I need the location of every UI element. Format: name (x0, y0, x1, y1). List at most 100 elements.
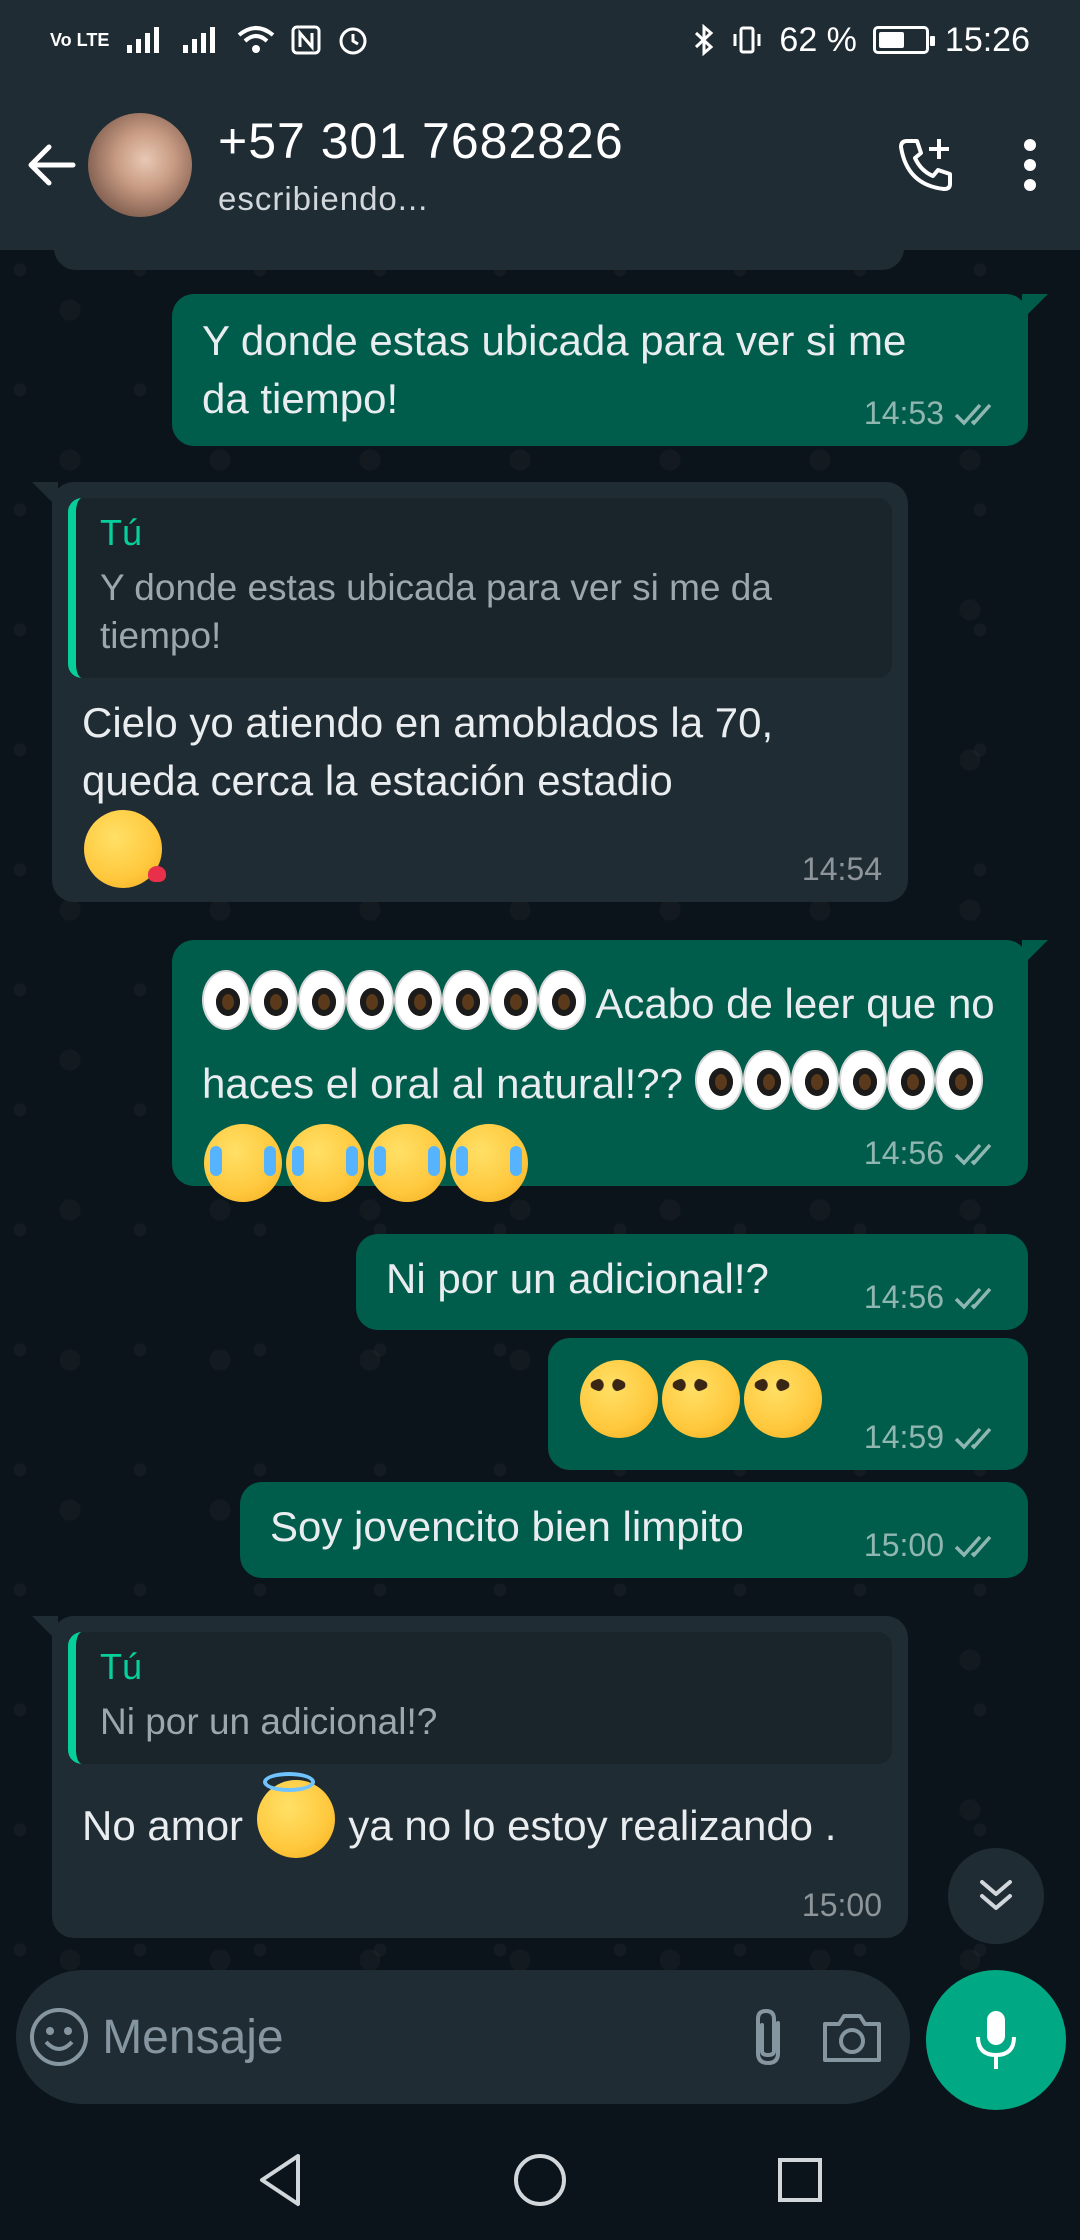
attach-button[interactable] (723, 1970, 813, 2104)
signal-icon (127, 27, 160, 53)
nav-back-button[interactable] (240, 2140, 320, 2220)
message-meta: 15:00 (864, 1527, 1002, 1564)
read-receipt-icon (954, 1287, 992, 1310)
message-time: 14:59 (863, 1419, 944, 1455)
pleading-face-emoji (662, 1360, 740, 1438)
message-outgoing[interactable]: Acabo de leer que no haces el oral al na… (172, 940, 1048, 1202)
contact-name: +57 301 7682826 (218, 113, 624, 169)
avatar[interactable] (88, 113, 192, 217)
read-receipt-icon (954, 1143, 992, 1166)
volte-indicator: Vo LTE (50, 30, 110, 50)
eyes-emoji (838, 1050, 887, 1110)
back-arrow-icon (28, 144, 76, 186)
nfc-icon (291, 25, 321, 55)
nav-recents-button[interactable] (760, 2140, 840, 2220)
message-text: Acabo de leer que no haces el oral al na… (202, 964, 1002, 1210)
message-meta: 14:54 (802, 851, 882, 888)
message-partial-previous[interactable] (54, 250, 904, 270)
message-meta: 14:56 (864, 1279, 1002, 1316)
smiling-face-with-halo-emoji (256, 1772, 335, 1858)
bluetooth-icon (695, 24, 714, 56)
status-left: Vo LTE (50, 24, 369, 56)
message-time: 14:53 (863, 395, 944, 431)
message-time: 15:00 (863, 1527, 944, 1563)
alarm-icon (339, 27, 367, 55)
message-text: No amor ya no lo estoy realizando . (68, 1772, 868, 1859)
message-meta: 14:56 (864, 1135, 1002, 1172)
camera-button[interactable] (814, 1970, 890, 2104)
eyes-emoji (250, 970, 298, 1030)
quote-text: Y donde estas ubicada para ver si me da … (100, 567, 772, 656)
scroll-to-bottom-button[interactable] (948, 1848, 1044, 1944)
eyes-emoji (202, 970, 250, 1030)
signal-roaming-icon (183, 27, 216, 53)
add-call-icon (899, 139, 952, 191)
battery-icon (872, 26, 935, 54)
status-right: 62 % 15:26 (693, 21, 1030, 60)
system-navigation-bar (0, 2120, 1080, 2240)
chat-header: +57 301 7682826 escribiendo... (0, 80, 1080, 250)
emoji-icon (30, 2008, 89, 2066)
bubble-tail (1022, 940, 1048, 966)
read-receipt-icon (954, 403, 992, 426)
back-button[interactable] (0, 80, 100, 250)
contact-info[interactable]: +57 301 7682826 escribiendo... (218, 112, 870, 218)
eyes-emoji (742, 1050, 791, 1110)
message-input[interactable] (102, 2009, 724, 2065)
voice-message-button[interactable] (926, 1970, 1066, 2110)
message-text: Y donde estas ubicada para ver si me da … (202, 317, 907, 422)
vibrate-icon (733, 26, 761, 54)
message-text-part1: No amor (82, 1802, 244, 1849)
bubble-tail (1022, 294, 1048, 320)
quoted-message[interactable]: Tú Ni por un adicional!? (68, 1632, 892, 1764)
kissing-face-emoji (84, 810, 166, 888)
bubble-tail (32, 1616, 58, 1642)
bubble-tail (32, 482, 58, 508)
eyes-emoji (934, 1050, 983, 1110)
scroll-down-icon (980, 1880, 1012, 1910)
eyes-emoji (442, 970, 490, 1030)
read-receipt-icon (954, 1427, 992, 1450)
more-options-button[interactable] (980, 80, 1080, 250)
crying-face-emoji (286, 1124, 364, 1202)
emoji-button[interactable] (16, 1970, 102, 2104)
message-incoming-reply[interactable]: Tú Y donde estas ubicada para ver si me … (32, 482, 908, 902)
eyes-emoji (394, 970, 442, 1030)
nav-recents-icon (778, 2158, 822, 2202)
status-bar: Vo LTE 62 % 15:26 (0, 0, 1080, 80)
message-time: 15:00 (801, 1887, 882, 1923)
message-text-body: Cielo yo atiendo en amoblados la 70, que… (82, 699, 774, 804)
nav-home-button[interactable] (500, 2140, 580, 2220)
wifi-icon (238, 26, 275, 53)
contact-status: escribiendo... (218, 180, 429, 217)
message-outgoing[interactable]: Ni por un adicional!? 14:56 (356, 1234, 1028, 1330)
pleading-face-emoji (744, 1360, 822, 1438)
nav-home-icon (514, 2154, 566, 2206)
message-meta: 14:59 (864, 1419, 1002, 1456)
message-time: 14:56 (863, 1135, 944, 1171)
crying-face-emoji (204, 1124, 282, 1202)
camera-icon (822, 2014, 881, 2062)
message-meta: 15:00 (802, 1887, 882, 1924)
nav-back-icon (260, 2154, 300, 2206)
clock: 15:26 (944, 20, 1030, 59)
message-outgoing[interactable]: Soy jovencito bien limpito 15:00 (240, 1482, 1028, 1578)
quote-author: Tú (100, 512, 143, 553)
message-outgoing[interactable]: Y donde estas ubicada para ver si me da … (172, 294, 1048, 446)
chat-area[interactable]: Y donde estas ubicada para ver si me da … (0, 250, 1080, 1970)
message-incoming-reply[interactable]: Tú Ni por un adicional!? No amor ya no l… (32, 1616, 908, 1938)
more-vert-icon (1024, 139, 1036, 191)
read-receipt-icon (954, 1535, 992, 1558)
eyes-emoji-group (202, 970, 595, 1030)
quoted-message[interactable]: Tú Y donde estas ubicada para ver si me … (68, 498, 892, 678)
quote-author: Tú (100, 1646, 143, 1687)
eyes-emoji (298, 970, 346, 1030)
pleading-face-emoji (580, 1360, 658, 1438)
message-time: 14:56 (863, 1279, 944, 1315)
mic-icon (976, 2011, 1016, 2069)
message-text-part2: ya no lo estoy realizando . (348, 1802, 837, 1849)
eyes-emoji (538, 970, 586, 1030)
message-outgoing-emoji[interactable]: 14:59 (548, 1338, 1028, 1470)
eyes-emoji (490, 970, 538, 1030)
add-call-button[interactable] (870, 80, 980, 250)
